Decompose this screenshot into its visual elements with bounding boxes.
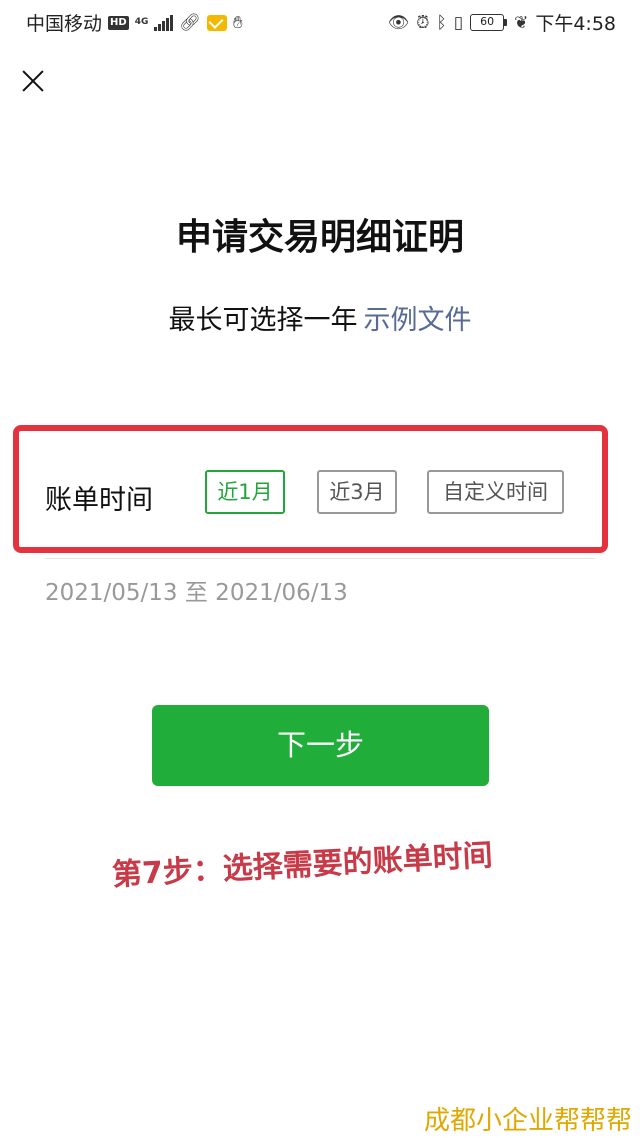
- subtitle: 最长可选择一年 示例文件: [0, 298, 640, 337]
- signal-icon: [154, 14, 174, 31]
- option-last-3-months[interactable]: 近3月: [317, 470, 397, 514]
- status-bar-right: 👁︎ ⏰︎ ᛒ ▯ 60 ❦ 下午4:58: [388, 9, 616, 36]
- hand-icon: ✋︎: [232, 12, 243, 33]
- bill-time-row: 账单时间 近1月 近3月 自定义时间: [45, 470, 605, 522]
- alarm-icon: ⏰︎: [416, 12, 430, 33]
- carrier-name: 中国移动: [26, 13, 103, 35]
- step-annotation: 第7步：选择需要的账单时间: [111, 838, 494, 893]
- vibrate-icon: ▯: [453, 12, 464, 33]
- option-custom-time[interactable]: 自定义时间: [427, 470, 564, 514]
- clock: 下午4:58: [535, 13, 616, 35]
- status-bar: 中国移动 HD 4G 🔗︎ ✋︎ 👁︎ ⏰︎ ᛒ ▯ 60 ❦ 下午4:58: [0, 0, 640, 44]
- next-step-button[interactable]: 下一步: [152, 705, 489, 786]
- divider: [45, 558, 595, 559]
- subtitle-text: 最长可选择一年: [168, 305, 358, 336]
- leaf-icon: ❦: [514, 12, 529, 33]
- eye-icon: 👁︎: [387, 12, 410, 33]
- watermark: 成都小企业帮帮帮: [423, 1106, 632, 1136]
- option-last-1-month[interactable]: 近1月: [205, 470, 285, 514]
- battery-level: 60: [470, 14, 505, 31]
- hd-icon: HD: [108, 15, 129, 30]
- example-file-link[interactable]: 示例文件: [364, 305, 472, 336]
- bill-time-label: 账单时间: [45, 485, 153, 516]
- page-title: 申请交易明细证明: [175, 217, 464, 258]
- close-icon[interactable]: [18, 66, 48, 96]
- network-type: 4G: [134, 17, 149, 27]
- link-icon: 🔗︎: [179, 12, 201, 33]
- mail-app-icon: [206, 14, 227, 31]
- status-bar-left: 中国移动 HD 4G 🔗︎ ✋︎: [26, 9, 243, 36]
- date-range-text: 2021/05/13 至 2021/06/13: [45, 580, 348, 606]
- bluetooth-icon: ᛒ: [436, 12, 447, 33]
- battery-icon: 60: [470, 14, 508, 31]
